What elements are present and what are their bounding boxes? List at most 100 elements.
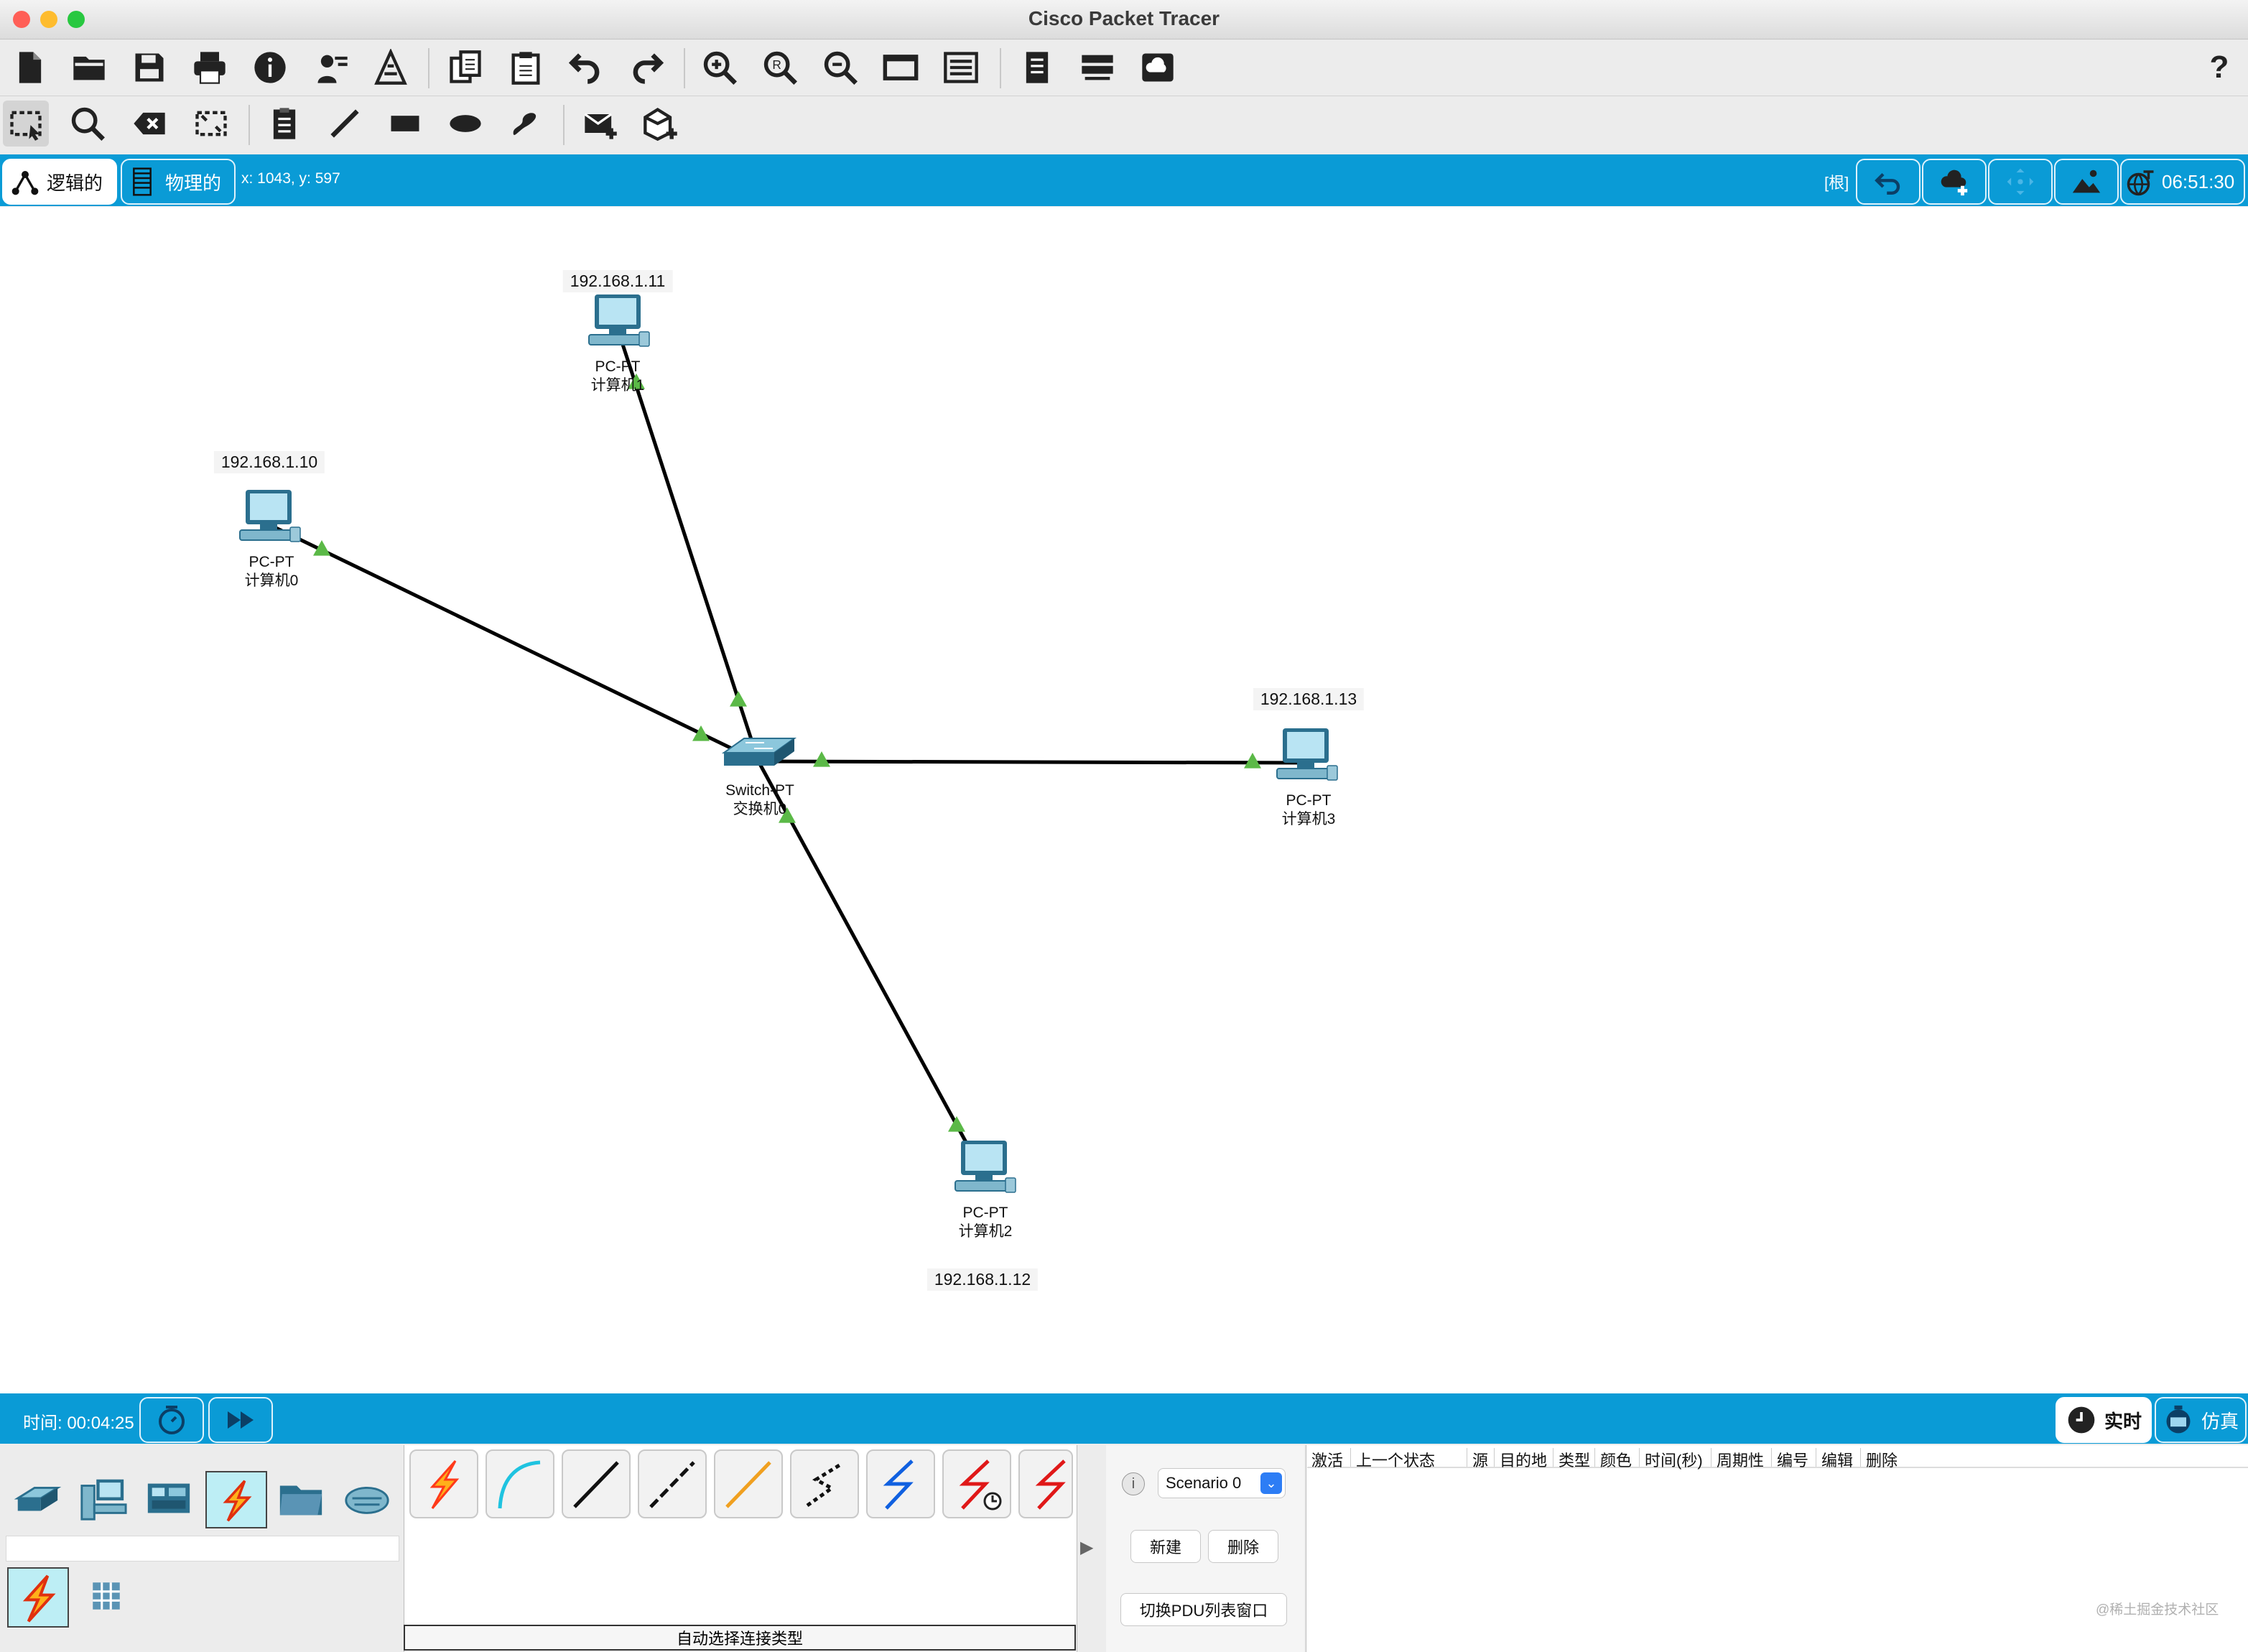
realtime-label: 实时 — [2104, 1410, 2142, 1432]
realtime-mode-button[interactable]: 实时 — [2056, 1397, 2152, 1443]
viewport-clock[interactable]: 06:51:30 — [2120, 159, 2245, 205]
open-folder-icon[interactable] — [66, 45, 112, 91]
pdu-column-header[interactable]: 删除 — [1866, 1448, 1898, 1471]
pc-icon[interactable] — [239, 490, 301, 542]
cluster-cloud-add-icon — [1941, 170, 1968, 196]
column-divider — [1639, 1448, 1640, 1467]
device-label-pc0: PC-PT 计算机0 — [245, 553, 299, 590]
redo-icon[interactable] — [623, 45, 669, 91]
ip-note-pc3[interactable]: 192.168.1.13 — [1253, 688, 1365, 710]
subcategory-connections[interactable] — [7, 1567, 69, 1628]
custom-device-dialog-icon[interactable] — [938, 45, 984, 91]
new-cluster-button[interactable] — [1922, 159, 1987, 205]
pdu-column-header[interactable]: 编辑 — [1821, 1448, 1853, 1471]
pdu-column-header[interactable]: 上一个状态 — [1356, 1448, 1435, 1471]
logical-workspace[interactable]: PC-PT 计算机1 192.168.1.11 PC-PT 计算机0 192.168.1.… — [0, 207, 2248, 1393]
cloud-icon[interactable] — [1135, 45, 1181, 91]
category-multiuser-cloud[interactable] — [338, 1471, 396, 1526]
pdu-column-header[interactable]: 源 — [1472, 1448, 1488, 1471]
tab-logical[interactable]: 逻辑的 — [2, 159, 117, 205]
undo-icon[interactable] — [563, 45, 609, 91]
pdu-column-header[interactable]: 周期性 — [1717, 1448, 1764, 1471]
serial-dte-cable-button[interactable] — [1018, 1449, 1073, 1518]
pdu-column-header[interactable]: 颜色 — [1600, 1448, 1632, 1471]
tab-physical[interactable]: 物理的 — [121, 159, 236, 205]
copy-icon[interactable] — [442, 45, 488, 91]
zoom-in-icon[interactable] — [697, 45, 743, 91]
pdu-column-header[interactable]: 目的地 — [1500, 1448, 1547, 1471]
delete-scenario-button[interactable]: 删除 — [1208, 1530, 1278, 1563]
info-icon[interactable] — [247, 45, 293, 91]
scenario-info-icon[interactable]: i — [1122, 1472, 1145, 1495]
ip-note-pc1[interactable]: 192.168.1.11 — [562, 270, 673, 292]
coaxial-cable-button[interactable] — [866, 1449, 935, 1518]
set-background-button[interactable] — [2054, 159, 2119, 205]
link-switch0-pc0[interactable] — [267, 522, 760, 764]
network-info-icon[interactable] — [1074, 45, 1120, 91]
ip-note-pc0[interactable]: 192.168.1.10 — [213, 451, 325, 473]
save-icon[interactable] — [126, 45, 172, 91]
fast-forward-button[interactable] — [208, 1397, 273, 1443]
rectangle-icon[interactable] — [382, 101, 428, 147]
simulation-mode-button[interactable]: 仿真 — [2155, 1397, 2247, 1443]
coaxial-cable-icon — [883, 1460, 914, 1510]
resize-icon[interactable] — [188, 101, 234, 147]
zoom-out-icon[interactable] — [817, 45, 863, 91]
serial-dce-cable-icon — [959, 1460, 1002, 1511]
fiber-cable-button[interactable] — [714, 1449, 783, 1518]
toggle-pdu-list-button[interactable]: 切换PDU列表窗口 — [1120, 1593, 1287, 1626]
pdu-column-header[interactable]: 编号 — [1777, 1448, 1808, 1471]
automatic-cable-button[interactable] — [409, 1449, 478, 1518]
line-icon[interactable] — [322, 101, 368, 147]
add-simple-pdu-icon[interactable] — [577, 101, 623, 147]
pdu-column-header[interactable]: 类型 — [1559, 1448, 1590, 1471]
category-misc-folder[interactable] — [271, 1471, 330, 1526]
help-button[interactable]: ? — [2196, 45, 2242, 91]
view-command-log-icon[interactable] — [1014, 45, 1060, 91]
drawing-palette-icon[interactable] — [878, 45, 924, 91]
move-object-button[interactable] — [1988, 159, 2053, 205]
delete-icon[interactable] — [126, 101, 172, 147]
ellipse-icon[interactable] — [442, 101, 488, 147]
link-switch0-pc3[interactable] — [758, 759, 1306, 765]
category-connections[interactable] — [205, 1471, 267, 1528]
root-breadcrumb[interactable]: [根] — [1824, 170, 1849, 193]
pdu-column-header[interactable]: 时间(秒) — [1645, 1448, 1703, 1471]
phone-cable-button[interactable] — [790, 1449, 859, 1518]
print-icon[interactable] — [187, 45, 233, 91]
select-icon[interactable] — [3, 101, 49, 147]
phone-cable-icon — [806, 1462, 843, 1508]
category-components[interactable] — [139, 1471, 198, 1526]
new-scenario-button[interactable]: 新建 — [1130, 1530, 1201, 1563]
category-network-devices[interactable] — [7, 1471, 66, 1526]
add-complex-pdu-icon[interactable] — [638, 101, 684, 147]
serial-dce-cable-button[interactable] — [942, 1449, 1011, 1518]
back-button[interactable] — [1856, 159, 1920, 205]
pc-icon[interactable] — [1276, 728, 1338, 781]
activity-wizard-icon[interactable] — [309, 45, 355, 91]
new-file-icon[interactable] — [7, 45, 53, 91]
category-end-devices[interactable] — [73, 1471, 132, 1526]
ip-note-pc2[interactable]: 192.168.1.12 — [926, 1268, 1039, 1291]
copper-straight-cable-button[interactable] — [562, 1449, 631, 1518]
pc-icon[interactable] — [955, 1141, 1016, 1193]
custom-device-icon[interactable] — [368, 45, 414, 91]
scenario-selected-value: Scenario 0 — [1166, 1474, 1242, 1492]
pc-icon[interactable] — [588, 294, 650, 347]
expand-arrow-icon[interactable]: ▶ — [1080, 1537, 1102, 1559]
console-cable-button[interactable] — [486, 1449, 554, 1518]
subcategory-grid[interactable] — [78, 1567, 135, 1625]
device-label-pc1: PC-PT 计算机1 — [591, 358, 645, 395]
scenario-select[interactable]: Scenario 0 ⌄ — [1158, 1468, 1286, 1498]
freeform-icon[interactable] — [503, 101, 549, 147]
paste-icon[interactable] — [503, 45, 549, 91]
zoom-reset-icon[interactable]: R — [757, 45, 803, 91]
window-title: Cisco Packet Tracer — [1028, 7, 1220, 29]
pdu-column-header[interactable]: 激活 — [1311, 1448, 1343, 1471]
copper-cross-cable-button[interactable] — [638, 1449, 707, 1518]
link-switch0-pc2[interactable] — [756, 760, 986, 1177]
device-type: Switch-PT — [725, 782, 794, 799]
note-icon[interactable] — [261, 101, 307, 147]
power-cycle-button[interactable] — [139, 1397, 204, 1443]
inspect-icon[interactable] — [65, 101, 111, 147]
